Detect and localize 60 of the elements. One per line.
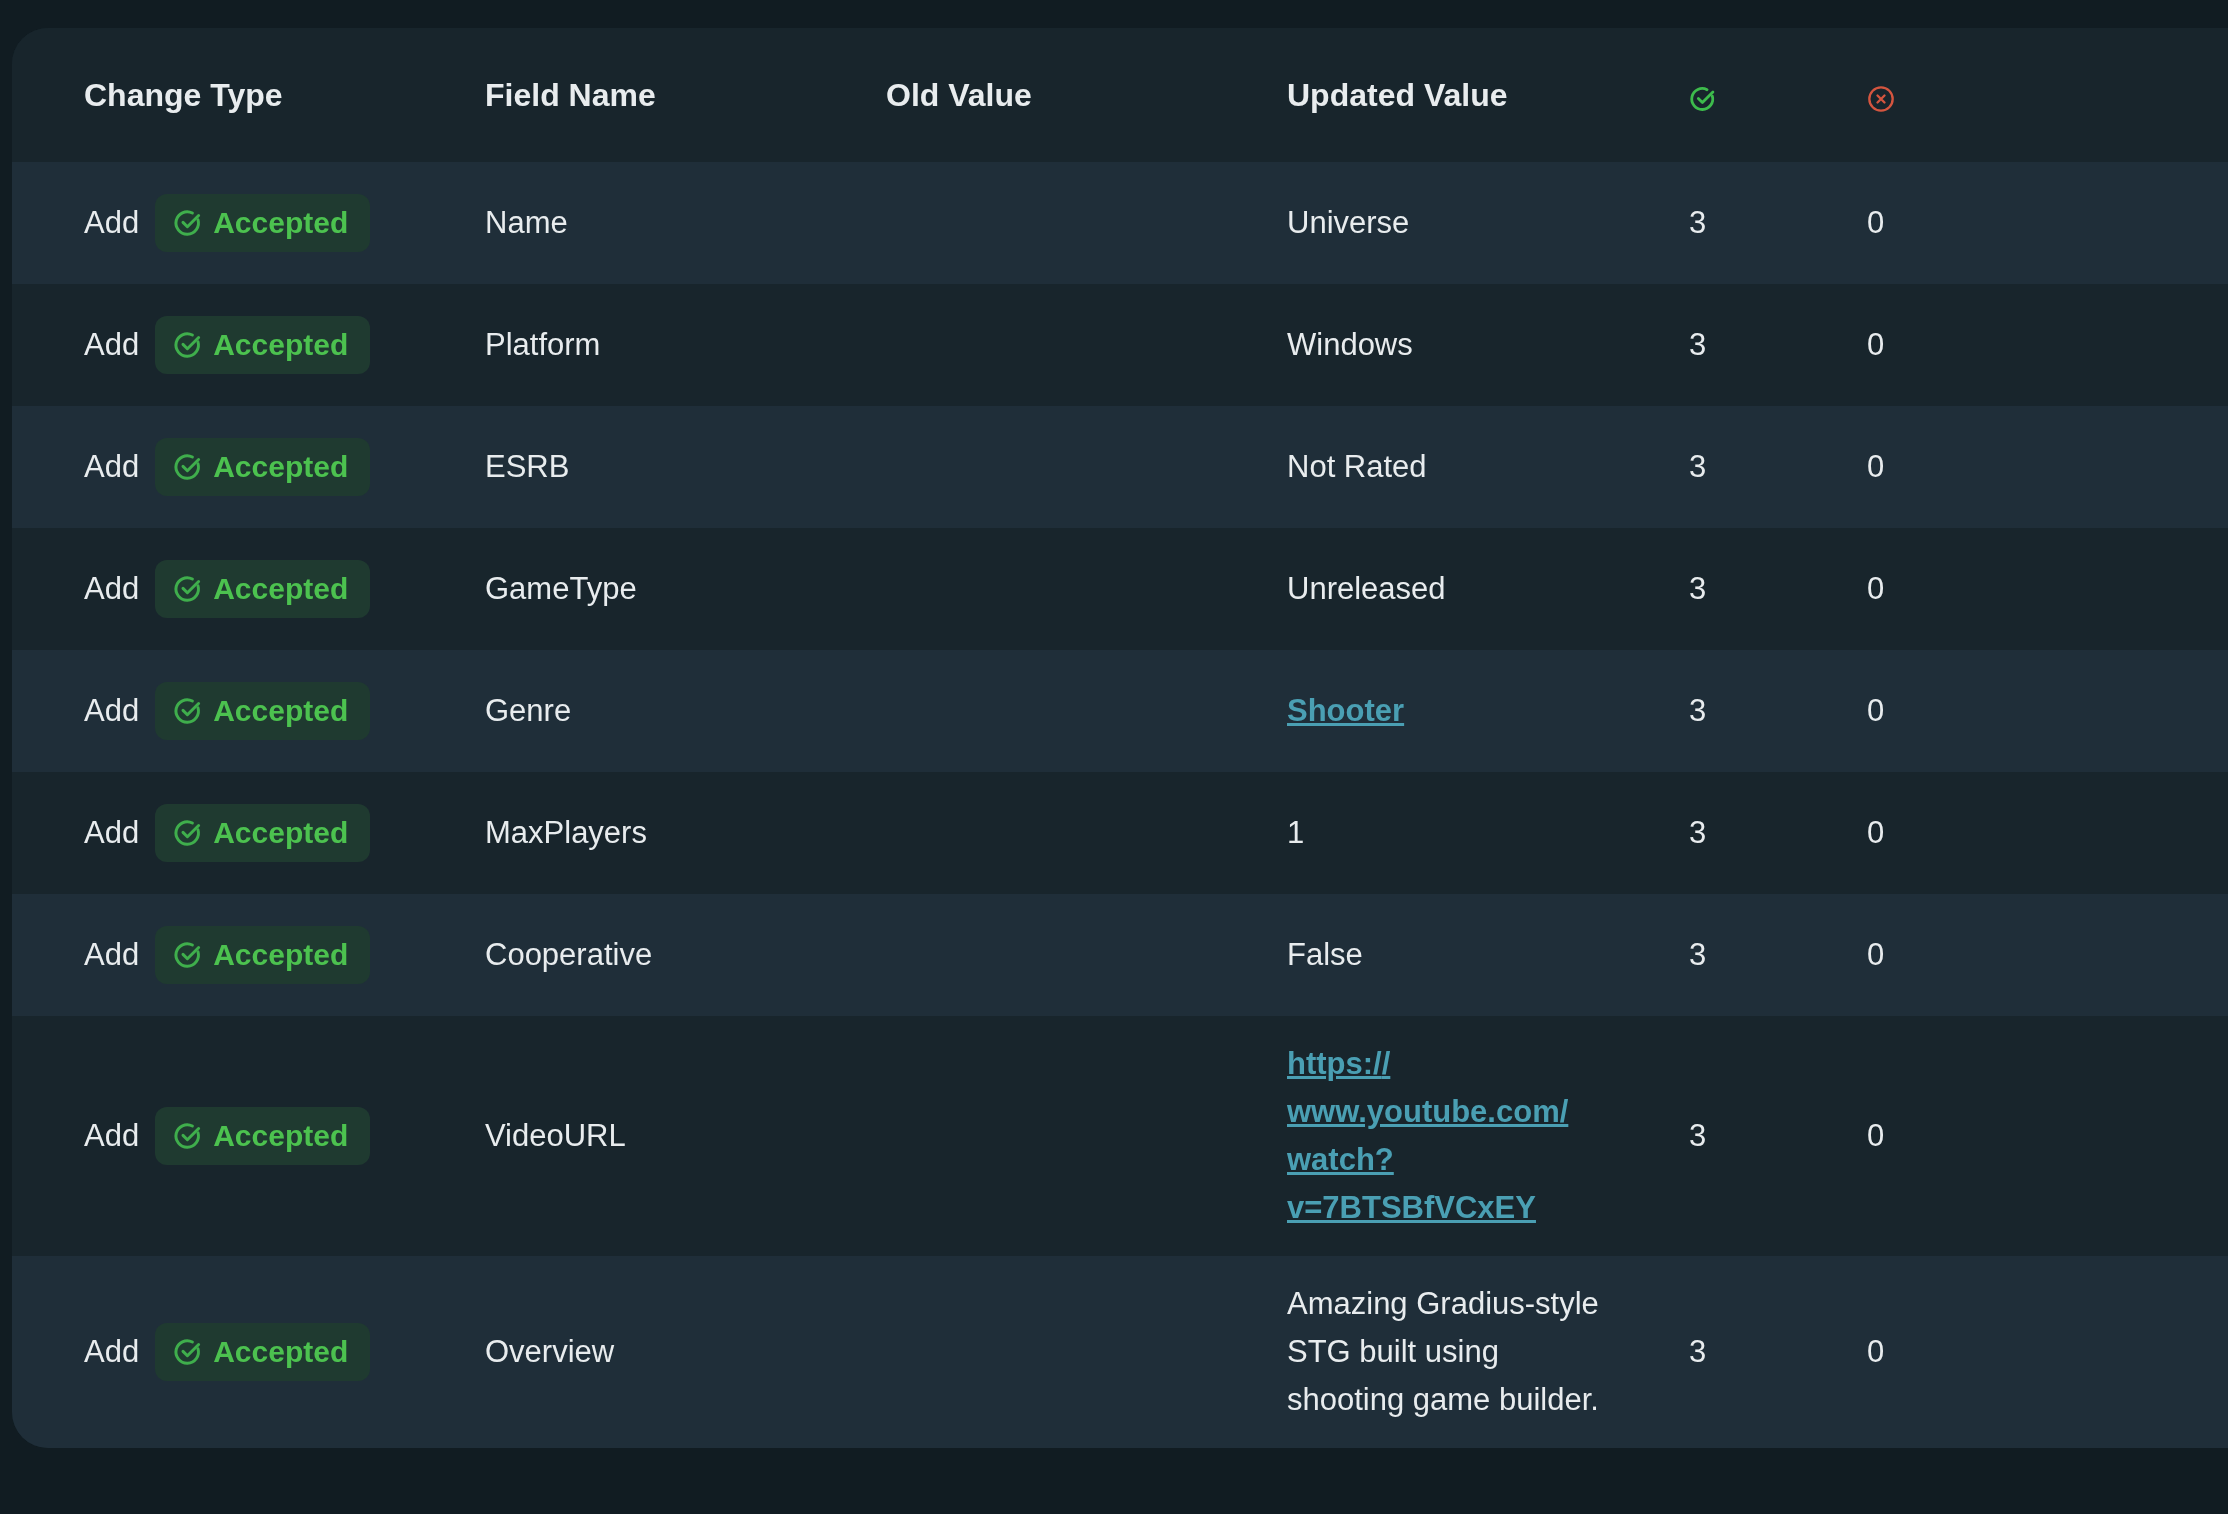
- column-header: Change Type: [84, 76, 283, 114]
- reject-count: 0: [1867, 937, 1885, 973]
- field-name: Overview: [485, 1334, 615, 1370]
- check-circle-icon: [1689, 85, 1717, 113]
- accept-count: 3: [1689, 205, 1707, 241]
- field-name: Name: [485, 205, 568, 241]
- field-name: Platform: [485, 327, 601, 363]
- change-type: Add: [84, 1334, 140, 1370]
- reject-count: 0: [1867, 327, 1885, 363]
- updated-value: Windows: [1287, 326, 1414, 364]
- status-badge: Accepted: [155, 1323, 371, 1381]
- updated-value: Unreleased: [1287, 570, 1447, 608]
- change-type: Add: [84, 571, 140, 607]
- status-badge: Accepted: [155, 804, 371, 862]
- accept-count: 3: [1689, 1334, 1707, 1370]
- change-type: Add: [84, 937, 140, 973]
- change-type: Add: [84, 1118, 140, 1154]
- field-name: GameType: [485, 571, 637, 607]
- updated-value: Not Rated: [1287, 448, 1428, 486]
- value-link[interactable]: https://www.youtube.com/watch?v=7BTSBfVCxEY: [1287, 1040, 1617, 1232]
- status-badge: Accepted: [155, 438, 371, 496]
- status-badge: Accepted: [155, 926, 371, 984]
- accept-count: 3: [1689, 1118, 1707, 1154]
- column-header: Updated Value: [1287, 76, 1508, 114]
- reject-count: 0: [1867, 1118, 1885, 1154]
- value-link[interactable]: Shooter: [1287, 687, 1617, 735]
- reject-count: 0: [1867, 205, 1885, 241]
- updated-value: False: [1287, 936, 1364, 974]
- close-circle-icon: [1867, 85, 1895, 113]
- accept-count: 3: [1689, 937, 1707, 973]
- column-header: Old Value: [886, 76, 1032, 114]
- change-type: Add: [84, 693, 140, 729]
- status-badge: Accepted: [155, 194, 371, 252]
- accept-count: 3: [1689, 693, 1707, 729]
- updated-value: Universe: [1287, 204, 1411, 242]
- reject-count: 0: [1867, 815, 1885, 851]
- status-badge: Accepted: [155, 1107, 371, 1165]
- updated-value: Amazing Gradius-style STG built using shooting game builder.: [1287, 1285, 1600, 1419]
- column-header: Field Name: [485, 76, 656, 114]
- accept-count: 3: [1689, 815, 1707, 851]
- change-type: Add: [84, 205, 140, 241]
- field-name: VideoURL: [485, 1118, 626, 1154]
- field-name: Genre: [485, 693, 572, 729]
- change-type: Add: [84, 815, 140, 851]
- field-name: MaxPlayers: [485, 815, 647, 851]
- reject-count: 0: [1867, 1334, 1885, 1370]
- field-name: Cooperative: [485, 937, 653, 973]
- field-name: ESRB: [485, 449, 570, 485]
- reject-count: 0: [1867, 449, 1885, 485]
- status-badge: Accepted: [155, 560, 371, 618]
- reject-count: 0: [1867, 693, 1885, 729]
- accept-count: 3: [1689, 327, 1707, 363]
- accept-count: 3: [1689, 449, 1707, 485]
- reject-count: 0: [1867, 571, 1885, 607]
- change-type: Add: [84, 449, 140, 485]
- accept-count: 3: [1689, 571, 1707, 607]
- change-type: Add: [84, 327, 140, 363]
- updated-value: 1: [1287, 814, 1306, 852]
- status-badge: Accepted: [155, 682, 371, 740]
- status-badge: Accepted: [155, 316, 371, 374]
